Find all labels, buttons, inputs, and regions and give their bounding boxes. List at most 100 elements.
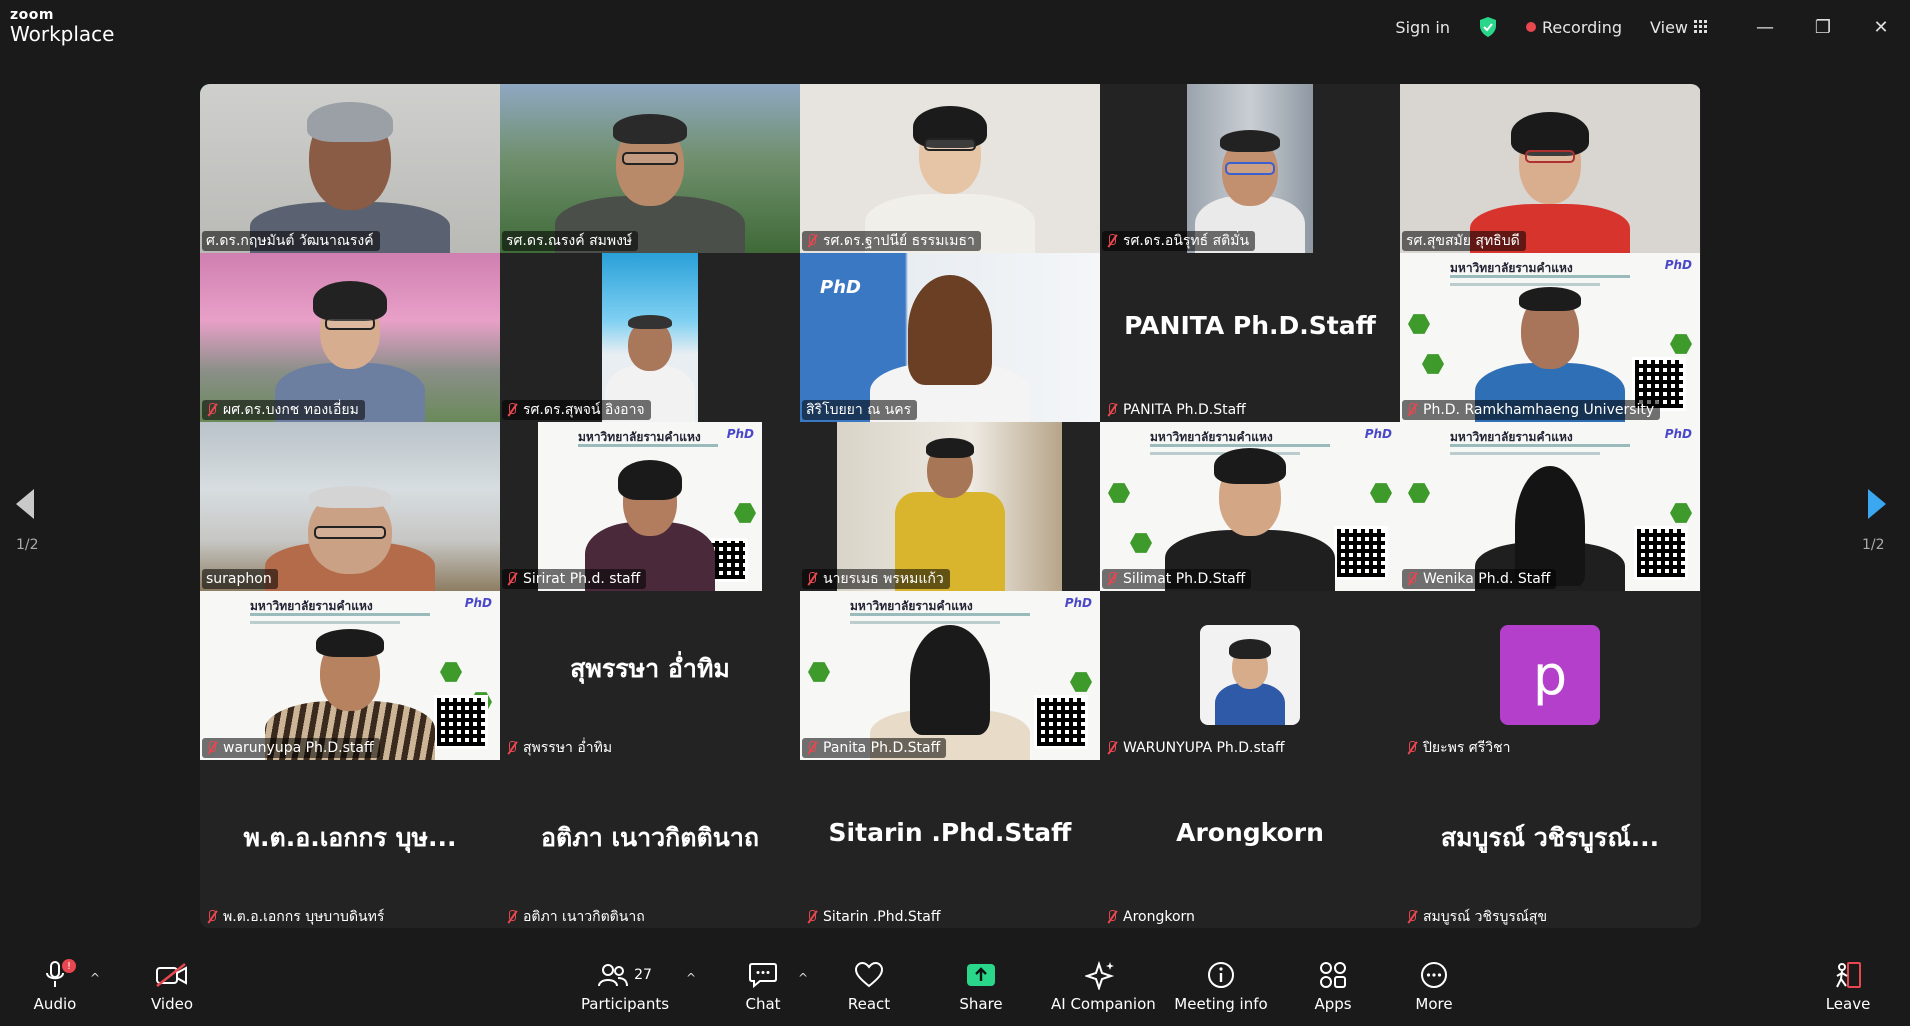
view-label: View bbox=[1650, 17, 1688, 37]
share-button[interactable]: Share bbox=[931, 957, 1031, 1013]
phd-logo: PhD bbox=[726, 427, 754, 441]
meeting-info-button[interactable]: Meeting info bbox=[1171, 957, 1271, 1013]
audio-alert-badge: ! bbox=[62, 959, 76, 973]
participant-tile[interactable]: รศ.ดร.ณรงค์ สมพงษ์ bbox=[500, 84, 800, 253]
sign-in-button[interactable]: Sign in bbox=[1395, 18, 1450, 37]
react-button[interactable]: React bbox=[819, 957, 919, 1013]
participant-tile[interactable]: มหาวิทยาลัยรามคำแหง PhD Sirirat Ph.d. st… bbox=[500, 422, 800, 591]
phd-logo: PhD bbox=[1664, 427, 1692, 441]
next-page-arrow-icon[interactable] bbox=[1866, 487, 1888, 521]
heart-icon bbox=[854, 961, 884, 988]
info-icon bbox=[1208, 962, 1234, 988]
mic-muted-icon bbox=[506, 910, 518, 924]
participant-name: PANITA Ph.D.Staff bbox=[1102, 400, 1252, 420]
participant-tile[interactable]: มหาวิทยาลัยรามคำแหง PhD Wenika Ph.d. Sta… bbox=[1400, 422, 1700, 591]
recording-indicator[interactable]: Recording bbox=[1526, 18, 1622, 37]
participants-options-caret-icon[interactable]: ^ bbox=[686, 971, 696, 985]
video-button[interactable]: Video bbox=[122, 957, 222, 1013]
mic-muted-icon bbox=[206, 910, 218, 924]
security-shield-icon[interactable] bbox=[1478, 16, 1498, 38]
close-icon[interactable]: ✕ bbox=[1852, 17, 1910, 38]
share-screen-icon bbox=[967, 964, 995, 986]
participant-name: Sirirat Ph.d. staff bbox=[502, 569, 647, 589]
audio-button[interactable]: ! Audio bbox=[5, 957, 105, 1013]
participant-tile[interactable]: รศ.ดร.สุพจน์ อิงอาจ bbox=[500, 253, 800, 422]
participant-display-name: สุพรรษา อ่ำทิม bbox=[570, 654, 730, 683]
mic-muted-icon bbox=[1106, 234, 1118, 248]
participant-name: อติภา เนาวกิตตินาถ bbox=[502, 907, 651, 927]
participant-tile[interactable]: PANITA Ph.D.Staff PANITA Ph.D.Staff bbox=[1100, 253, 1400, 422]
participant-tile[interactable]: p ปิยะพร ศรีวิชา bbox=[1400, 591, 1700, 760]
participant-tile[interactable]: รศ.สุขสมัย สุทธิบดี bbox=[1400, 84, 1700, 253]
prev-page-arrow-icon[interactable] bbox=[14, 487, 36, 521]
react-label: React bbox=[847, 995, 891, 1013]
mic-muted-icon bbox=[806, 572, 818, 586]
top-bar: zoom Workplace Sign in Recording View — … bbox=[0, 0, 1910, 54]
participant-tile[interactable]: มหาวิทยาลัยรามคำแหง PhD Silimat Ph.D.Sta… bbox=[1100, 422, 1400, 591]
phd-logo: PhD bbox=[1364, 427, 1392, 441]
mic-muted-icon bbox=[1106, 572, 1118, 586]
participant-display-name: Sitarin .Phd.Staff bbox=[828, 818, 1072, 847]
mic-muted-icon bbox=[806, 910, 818, 924]
apps-label: Apps bbox=[1314, 995, 1352, 1013]
participant-name: รศ.สุขสมัย สุทธิบดี bbox=[1402, 231, 1526, 251]
restore-icon[interactable]: ❐ bbox=[1794, 17, 1852, 38]
chat-label: Chat bbox=[745, 995, 781, 1013]
participant-tile[interactable]: WARUNYUPA Ph.D.staff bbox=[1100, 591, 1400, 760]
chat-options-caret-icon[interactable]: ^ bbox=[798, 971, 808, 985]
participant-name: รศ.ดร.สุพจน์ อิงอาจ bbox=[502, 400, 651, 420]
participant-tile[interactable]: อติภา เนาวกิตตินาถ อติภา เนาวกิตตินาถ bbox=[500, 760, 800, 928]
participant-avatar bbox=[1200, 625, 1300, 725]
participant-tile[interactable]: suraphon bbox=[200, 422, 500, 591]
more-button[interactable]: More bbox=[1384, 957, 1484, 1013]
participant-tile[interactable]: มหาวิทยาลัยรามคำแหง PhD Ph.D. Ramkhamhae… bbox=[1400, 253, 1700, 422]
participant-tile[interactable]: ศ.ดร.กฤษมันต์ วัฒนาณรงค์ bbox=[200, 84, 500, 253]
participant-name: รศ.ดร.อนิรุทธ์ สติมั่น bbox=[1102, 231, 1256, 251]
participant-name: สิริโบยยา ณ นคร bbox=[802, 400, 918, 420]
video-off-icon bbox=[156, 963, 187, 987]
leave-button[interactable]: Leave bbox=[1798, 957, 1898, 1013]
participant-name: Panita Ph.D.Staff bbox=[802, 738, 947, 758]
participant-tile[interactable]: มหาวิทยาลัยรามคำแหง PhD Panita Ph.D.Staf… bbox=[800, 591, 1100, 760]
participants-button[interactable]: 27 Participants bbox=[575, 957, 675, 1013]
view-button[interactable]: View bbox=[1650, 18, 1708, 37]
chat-button[interactable]: Chat bbox=[713, 957, 813, 1013]
participant-name: Arongkorn bbox=[1102, 907, 1201, 927]
audio-options-caret-icon[interactable]: ^ bbox=[90, 971, 100, 985]
mic-muted-icon bbox=[1106, 741, 1118, 755]
participant-tile[interactable]: พ.ต.อ.เอกกร บุษ... พ.ต.อ.เอกกร บุษบาบดิน… bbox=[200, 760, 500, 928]
zoom-logo: zoom Workplace bbox=[10, 8, 114, 44]
participant-tile[interactable]: รศ.ดร.ฐาปนีย์ ธรรมเมธา bbox=[800, 84, 1100, 253]
audio-label: Audio bbox=[33, 995, 77, 1013]
participant-name: รศ.ดร.ฐาปนีย์ ธรรมเมธา bbox=[802, 231, 981, 251]
video-label: Video bbox=[150, 995, 194, 1013]
mic-muted-icon bbox=[1106, 403, 1118, 417]
participant-name: สุพรรษา อ่ำทิม bbox=[502, 738, 618, 758]
participant-tile[interactable]: PhD สิริโบยยา ณ นคร bbox=[800, 253, 1100, 422]
ai-companion-button[interactable]: AI Companion bbox=[1051, 957, 1156, 1013]
grid-icon bbox=[1694, 20, 1707, 33]
participant-tile[interactable]: Sitarin .Phd.Staff Sitarin .Phd.Staff bbox=[800, 760, 1100, 928]
participant-tile[interactable]: นายรเมธ พรหมแก้ว bbox=[800, 422, 1100, 591]
participant-name: พ.ต.อ.เอกกร บุษบาบดินทร์ bbox=[202, 907, 390, 927]
share-label: Share bbox=[959, 995, 1003, 1013]
participant-tile[interactable]: รศ.ดร.อนิรุทธ์ สติมั่น bbox=[1100, 84, 1400, 253]
participant-tile[interactable]: สมบูรณ์ วชิรบูรณ์... สมบูรณ์ วชิรบูรณ์สุ… bbox=[1400, 760, 1700, 928]
participant-name: นายรเมธ พรหมแก้ว bbox=[802, 569, 950, 589]
participant-display-name: อติภา เนาวกิตตินาถ bbox=[540, 823, 760, 852]
participant-avatar: p bbox=[1500, 625, 1600, 725]
apps-button[interactable]: Apps bbox=[1283, 957, 1383, 1013]
mic-muted-icon bbox=[206, 741, 218, 755]
minimize-icon[interactable]: — bbox=[1736, 17, 1794, 38]
participant-tile[interactable]: มหาวิทยาลัยรามคำแหง PhD warunyupa Ph.D.s… bbox=[200, 591, 500, 760]
participant-name: Wenika Ph.d. Staff bbox=[1402, 569, 1557, 589]
participant-display-name: Arongkorn bbox=[1176, 818, 1324, 847]
participant-tile[interactable]: ผศ.ดร.บงกช ทองเอี่ยม bbox=[200, 253, 500, 422]
leave-icon bbox=[1836, 962, 1861, 988]
meeting-info-label: Meeting info bbox=[1174, 995, 1268, 1013]
mic-muted-icon bbox=[1406, 910, 1418, 924]
page-indicator-right: 1/2 bbox=[1862, 537, 1885, 553]
participant-name: Ph.D. Ramkhamhaeng University bbox=[1402, 400, 1661, 420]
participant-tile[interactable]: สุพรรษา อ่ำทิม สุพรรษา อ่ำทิม bbox=[500, 591, 800, 760]
participant-tile[interactable]: Arongkorn Arongkorn bbox=[1100, 760, 1400, 928]
